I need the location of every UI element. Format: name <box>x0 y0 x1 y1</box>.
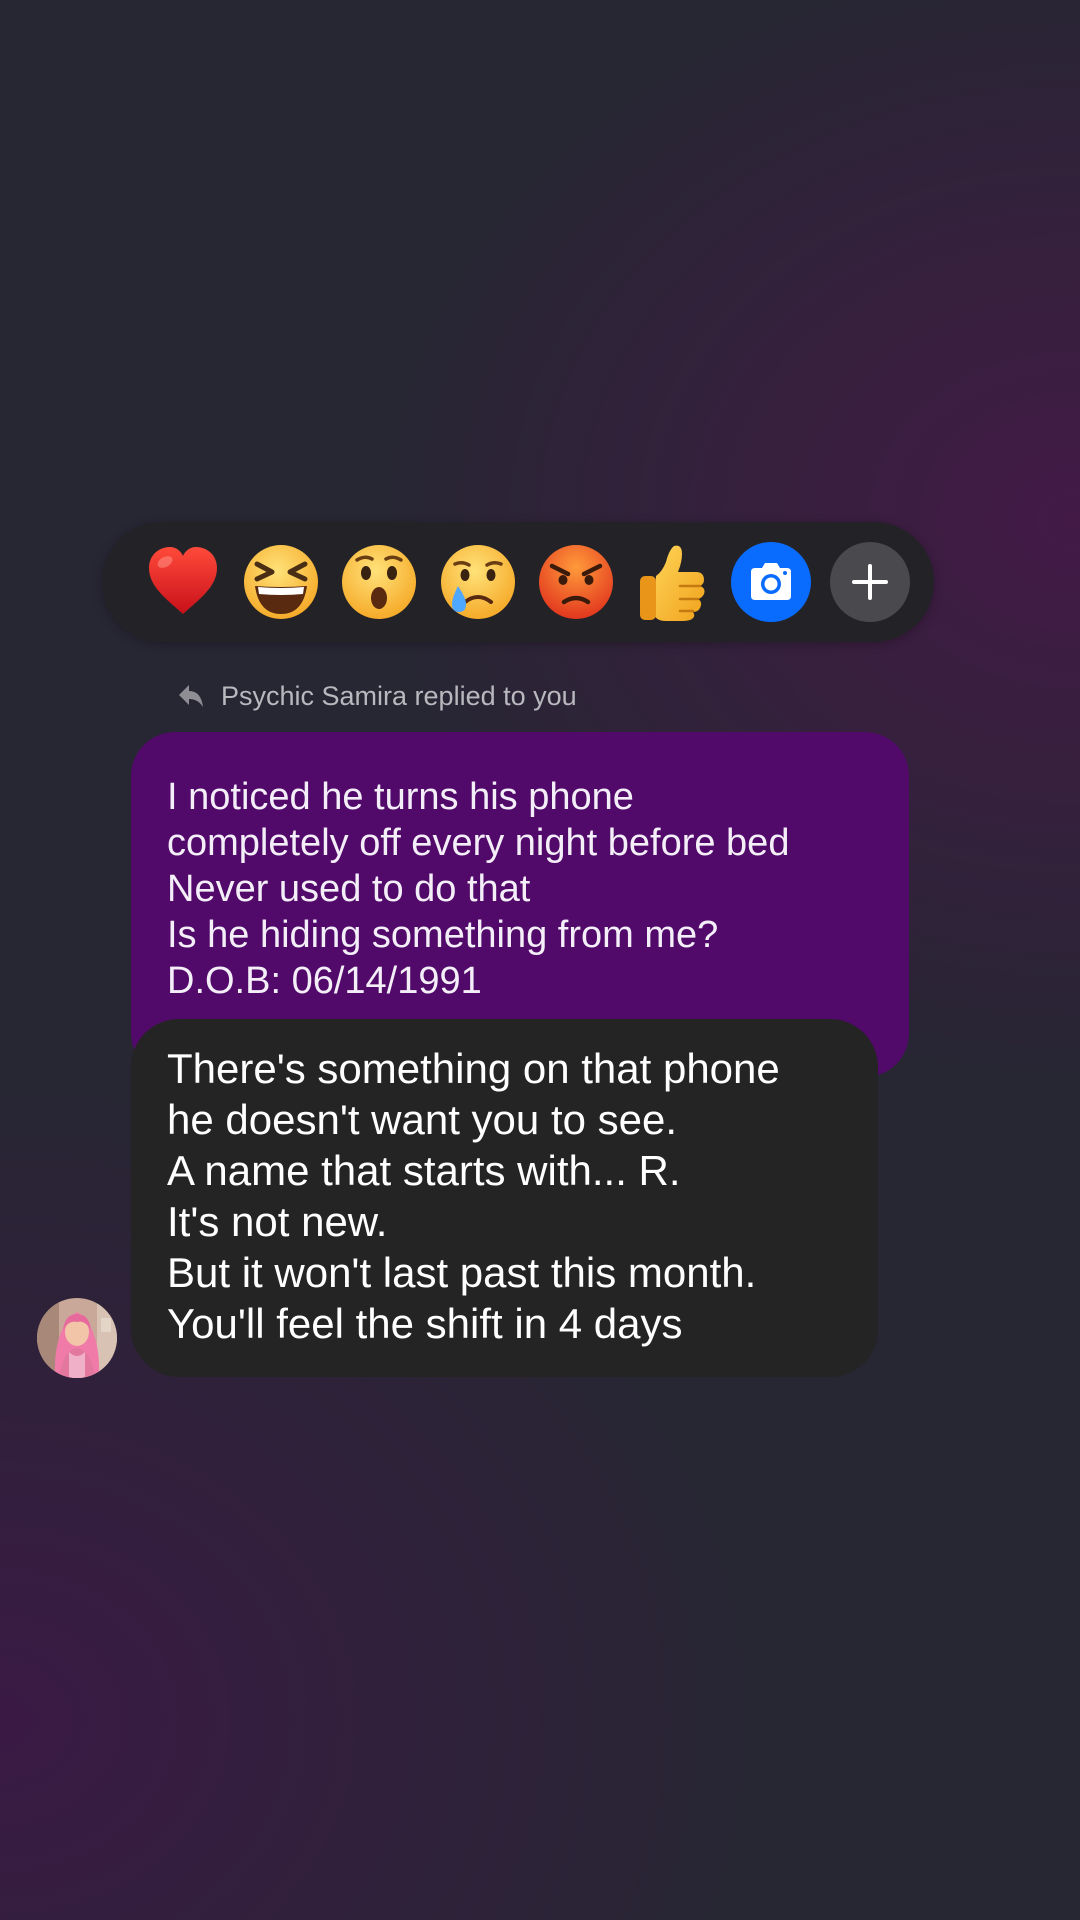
laughing-face-icon[interactable] <box>241 542 321 622</box>
reaction-bar <box>102 522 934 642</box>
camera-icon <box>751 563 791 600</box>
plus-icon <box>852 564 888 600</box>
quoted-message-text: I noticed he turns his phone completely … <box>167 774 789 1004</box>
quoted-line: completely off every night before bed <box>167 822 790 864</box>
quoted-line: D.O.B: 06/14/1991 <box>167 960 482 1002</box>
thumbs-up-icon[interactable] <box>634 542 714 622</box>
reply-line: A name that starts with... R. <box>167 1147 681 1194</box>
sender-avatar[interactable] <box>37 1298 117 1378</box>
reply-message-text: There's something on that phone he doesn… <box>167 1043 780 1349</box>
reply-line: he doesn't want you to see. <box>167 1096 678 1143</box>
reply-header: Psychic Samira replied to you <box>175 676 577 716</box>
camera-button[interactable] <box>731 542 811 622</box>
angry-face-icon[interactable] <box>536 542 616 622</box>
reply-line: There's something on that phone <box>167 1045 780 1092</box>
quoted-line: Never used to do that <box>167 868 531 910</box>
add-reaction-button[interactable] <box>830 542 910 622</box>
reply-header-text: Psychic Samira replied to you <box>221 680 577 711</box>
reply-arrow-icon <box>179 685 203 707</box>
reply-line: It's not new. <box>167 1198 388 1245</box>
reply-line: You'll feel the shift in 4 days <box>167 1300 683 1347</box>
quoted-line: I noticed he turns his phone <box>167 776 634 818</box>
red-heart-icon[interactable] <box>143 542 223 622</box>
reply-line: But it won't last past this month. <box>167 1249 757 1296</box>
quoted-line: Is he hiding something from me? <box>167 914 719 956</box>
crying-face-icon[interactable] <box>438 542 518 622</box>
reply-message-bubble[interactable]: There's something on that phone he doesn… <box>131 1019 878 1377</box>
hushed-face-icon[interactable] <box>339 542 419 622</box>
